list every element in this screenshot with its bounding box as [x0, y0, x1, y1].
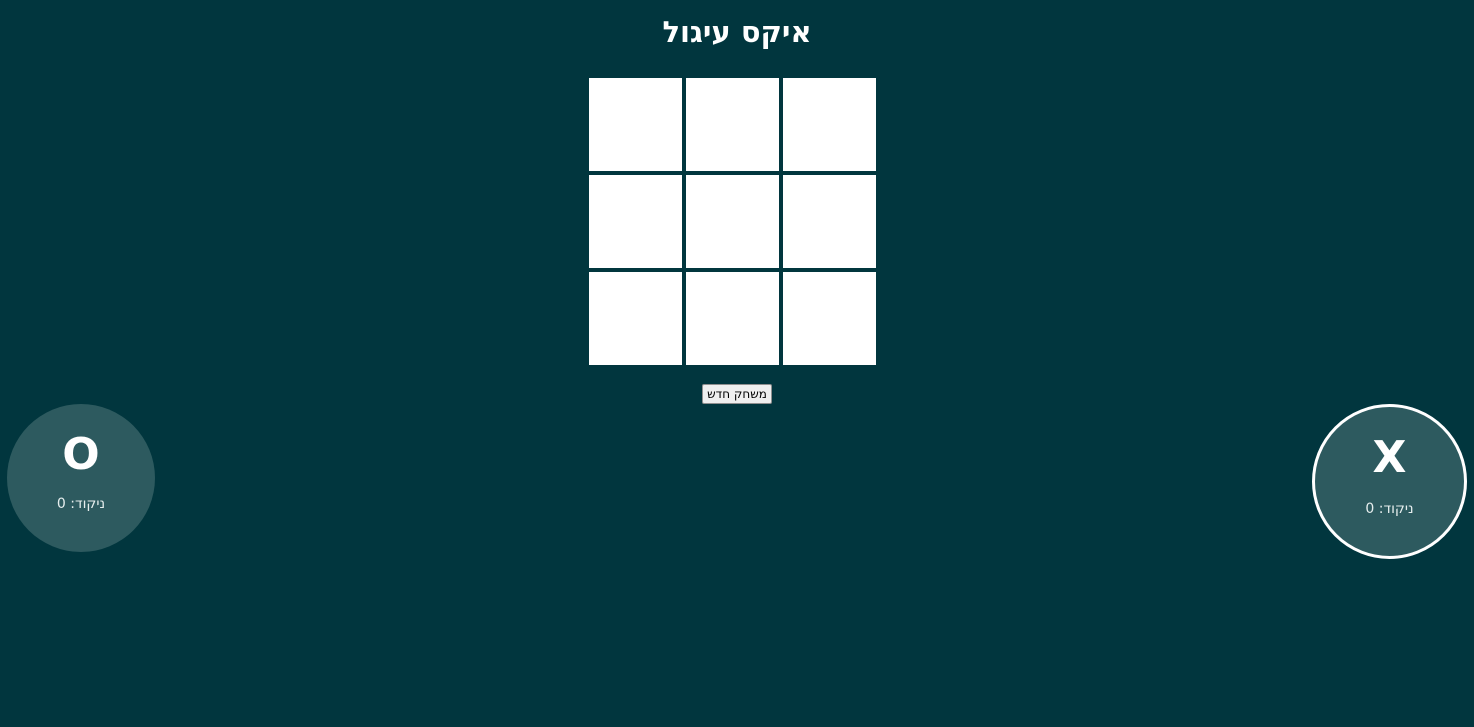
player-x-score: ניקוד: 0	[1365, 501, 1414, 517]
player-o-symbol: O	[62, 429, 100, 480]
new-game-button[interactable]: משחק חדש	[702, 384, 772, 404]
player-o-panel: O ניקוד: 0	[7, 404, 155, 552]
page-title: איקס עיגול	[662, 15, 812, 49]
player-o-score: ניקוד: 0	[56, 496, 106, 512]
board-cell-2[interactable]	[686, 78, 779, 171]
board-cell-6[interactable]	[783, 175, 876, 268]
board-cell-8[interactable]	[686, 272, 779, 365]
board-cell-5[interactable]	[686, 175, 779, 268]
player-x-symbol: X	[1372, 432, 1407, 483]
board-cell-9[interactable]	[783, 272, 876, 365]
player-x-panel: X ניקוד: 0	[1312, 404, 1467, 559]
game-board	[589, 78, 876, 365]
board-cell-7[interactable]	[589, 272, 682, 365]
game-screen: איקס עיגול משחק חדש O ניקוד: 0 X ניקוד: …	[0, 0, 1474, 727]
board-cell-3[interactable]	[783, 78, 876, 171]
board-cell-1[interactable]	[589, 78, 682, 171]
board-cell-4[interactable]	[589, 175, 682, 268]
